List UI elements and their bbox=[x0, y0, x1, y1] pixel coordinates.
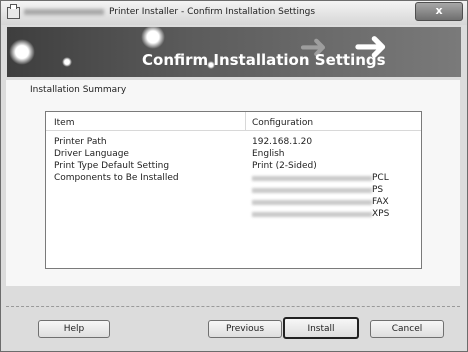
help-button[interactable]: Help bbox=[38, 320, 110, 338]
row-value-printer-path: 192.168.1.20 bbox=[252, 137, 313, 147]
redacted-title-prefix bbox=[24, 9, 104, 15]
component-pcl: PCL bbox=[372, 173, 389, 183]
redacted-driver-name bbox=[252, 200, 372, 205]
install-button[interactable]: Install bbox=[283, 317, 359, 339]
banner-title: Confirm Installation Settings bbox=[142, 51, 386, 69]
window-title: Printer Installer - Confirm Installation… bbox=[109, 7, 316, 17]
header-divider bbox=[46, 130, 421, 131]
redacted-driver-name bbox=[252, 212, 372, 217]
row-value-driver-language: English bbox=[252, 149, 285, 159]
row-item-printer-path: Printer Path bbox=[54, 137, 107, 147]
column-header-item: Item bbox=[54, 118, 75, 128]
row-item-print-type: Print Type Default Setting bbox=[54, 161, 170, 171]
decorative-orb bbox=[141, 27, 165, 49]
redacted-driver-name bbox=[252, 176, 372, 181]
component-xps: XPS bbox=[372, 209, 390, 219]
close-button[interactable]: x bbox=[415, 2, 463, 21]
component-fax: FAX bbox=[372, 197, 389, 207]
title-bar: Printer Installer - Confirm Installation… bbox=[1, 1, 467, 25]
decorative-orb bbox=[62, 57, 72, 67]
cancel-button[interactable]: Cancel bbox=[370, 320, 444, 338]
row-value-print-type: Print (2-Sided) bbox=[252, 161, 317, 171]
decorative-orb bbox=[9, 39, 35, 65]
redacted-driver-name bbox=[252, 188, 372, 193]
component-ps: PS bbox=[372, 185, 384, 195]
column-divider bbox=[245, 112, 246, 131]
row-item-driver-language: Driver Language bbox=[54, 149, 129, 159]
header-banner: ➜ ➜ Confirm Installation Settings bbox=[7, 27, 461, 77]
footer-divider bbox=[6, 306, 460, 308]
installation-summary-label: Installation Summary bbox=[30, 85, 127, 95]
app-icon bbox=[7, 4, 20, 19]
previous-button[interactable]: Previous bbox=[208, 320, 282, 338]
row-item-components: Components to Be Installed bbox=[54, 173, 179, 183]
summary-table[interactable]: Item Configuration Printer Path 192.168.… bbox=[45, 111, 422, 269]
column-header-configuration: Configuration bbox=[252, 118, 314, 128]
